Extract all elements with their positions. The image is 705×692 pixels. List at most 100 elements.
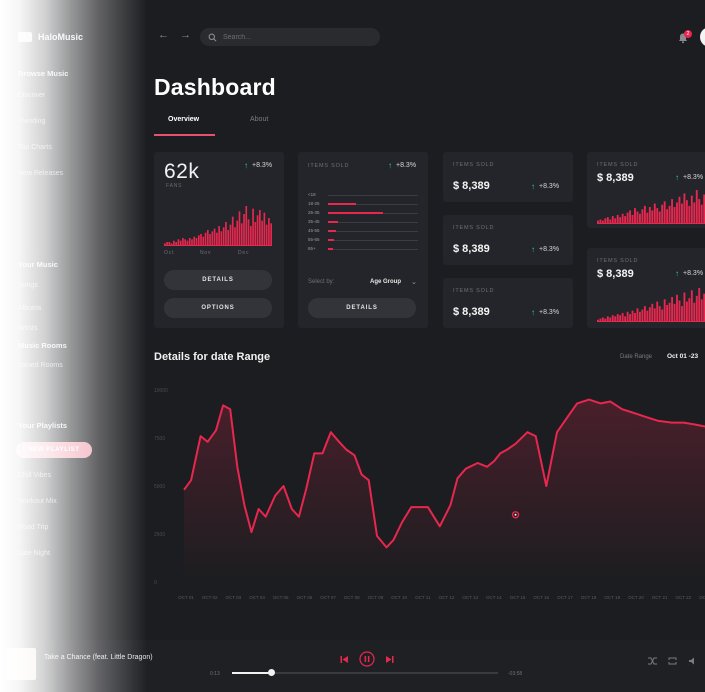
bar (695, 295, 698, 322)
age-group-fill (328, 248, 333, 250)
app-logo[interactable]: HaloMusic (18, 32, 83, 42)
bar (234, 227, 236, 246)
repeat-icon[interactable] (668, 657, 677, 665)
bar (681, 203, 683, 224)
bar (695, 190, 698, 224)
bar (629, 314, 631, 322)
month-label: Oct (164, 250, 175, 256)
bar (636, 211, 639, 224)
arrow-right-icon[interactable]: → (180, 29, 191, 41)
pause-icon[interactable] (359, 651, 375, 667)
bar (663, 201, 666, 224)
sidebar-item[interactable]: New Releases (18, 170, 63, 177)
search-icon (208, 33, 217, 41)
age-group-fill (328, 221, 338, 223)
bar (685, 200, 688, 224)
search-box[interactable] (200, 28, 380, 46)
album-art[interactable] (6, 648, 36, 680)
sidebar-item[interactable]: Road Trip (18, 524, 48, 531)
card-value: $ 8,389 (453, 306, 490, 318)
sidebar-heading-playlists: Your Playlists (18, 421, 68, 430)
age-group-row: 35-45 (308, 219, 420, 227)
bar (259, 210, 261, 246)
bar (668, 205, 671, 224)
sidebar-item[interactable]: Artists (18, 325, 37, 332)
bar (634, 312, 636, 322)
volume-icon[interactable] (689, 657, 697, 665)
progress-fill (232, 672, 272, 674)
bar (666, 209, 669, 224)
options-button[interactable]: OPTIONS (164, 298, 272, 318)
sidebar-heading-your-music: Your Music (18, 260, 58, 269)
tab-overview[interactable]: Overview (168, 116, 199, 123)
delta-value: +8.3% (683, 174, 704, 181)
card-value: $ 8,389 (453, 243, 490, 255)
sidebar-item[interactable]: Joined Rooms (18, 362, 63, 369)
age-group-row: 18-25 (308, 201, 420, 209)
previous-icon[interactable] (340, 655, 349, 664)
details-button[interactable]: DETAILS (308, 298, 416, 318)
bar (206, 230, 209, 246)
search-input[interactable] (223, 33, 363, 41)
bar (177, 239, 180, 246)
shuffle-icon[interactable] (648, 657, 657, 665)
bar (193, 236, 196, 246)
fans-card: 62k FANS ↑ +8.3% Oct Nov Dec DETAILS OPT… (154, 152, 284, 328)
date-range-select[interactable]: Oct 01 -23 (667, 353, 698, 360)
bar (648, 307, 651, 322)
age-group-label: 18-25 (308, 201, 320, 206)
fans-label: FANS (166, 183, 183, 189)
sidebar: HaloMusic Browse Music Discover Trending… (0, 0, 140, 640)
age-group-select[interactable]: Age Group ⌄ (370, 278, 417, 286)
mini-bar-chart (597, 190, 705, 224)
bar (247, 219, 250, 246)
sidebar-item[interactable]: Chill Vibes (18, 472, 51, 479)
bar (621, 312, 624, 322)
details-button[interactable]: DETAILS (164, 270, 272, 290)
x-tick-label: OCT 04 (249, 595, 265, 600)
x-tick-label: OCT 21 (652, 595, 668, 600)
avatar[interactable] (700, 27, 705, 47)
month-label: Dec (238, 250, 250, 256)
bar (700, 299, 703, 322)
bar (690, 195, 693, 224)
sidebar-item[interactable]: Trending (18, 118, 45, 125)
card-delta: ↑ +8.3% (675, 173, 703, 182)
progress-handle[interactable] (268, 669, 276, 676)
age-group-track (328, 195, 418, 196)
next-icon[interactable] (385, 655, 394, 664)
select-value: Age Group (370, 279, 401, 285)
bar (658, 306, 661, 322)
x-tick-label: OCT 16 (533, 595, 549, 600)
bar (676, 202, 678, 224)
select-label: Select by: (308, 279, 335, 285)
sidebar-item[interactable]: Songs (18, 282, 38, 289)
sidebar-item[interactable]: Discover (18, 92, 45, 99)
items-sold-card: ITEMS SOLD $ 8,389 ↑ +8.3% (443, 215, 573, 265)
bar (616, 214, 619, 224)
card-delta: ↑ +8.3% (531, 308, 559, 317)
bar (204, 232, 207, 246)
bar (231, 216, 234, 246)
bar (681, 306, 683, 322)
age-group-row: 25-35 (308, 210, 420, 218)
age-group-row: <18 (308, 192, 420, 200)
delta-value: +8.3% (396, 162, 417, 169)
bar (636, 308, 639, 322)
bar (673, 207, 676, 224)
sidebar-item[interactable]: Top Charts (18, 144, 52, 151)
bar (238, 211, 241, 246)
arrow-left-icon[interactable]: ← (158, 29, 169, 41)
tab-about[interactable]: About (250, 116, 268, 123)
sidebar-item[interactable]: Late Night (18, 550, 50, 557)
arrow-up-icon: ↑ (531, 182, 535, 191)
bar (195, 238, 198, 246)
sidebar-heading-browse: Browse Music (18, 69, 69, 78)
sidebar-item[interactable]: Workout Mix (18, 498, 57, 505)
age-group-label: 25-35 (308, 210, 320, 215)
new-playlist-button[interactable]: NEW PLAYLIST (16, 442, 92, 458)
age-group-row: 65+ (308, 246, 420, 254)
sidebar-item[interactable]: Albums (18, 305, 41, 312)
age-group-card: ITEMS SOLD ↑ +8.3% <18 18-25 25-35 35-45 45-… (298, 152, 428, 328)
bar (218, 226, 220, 246)
